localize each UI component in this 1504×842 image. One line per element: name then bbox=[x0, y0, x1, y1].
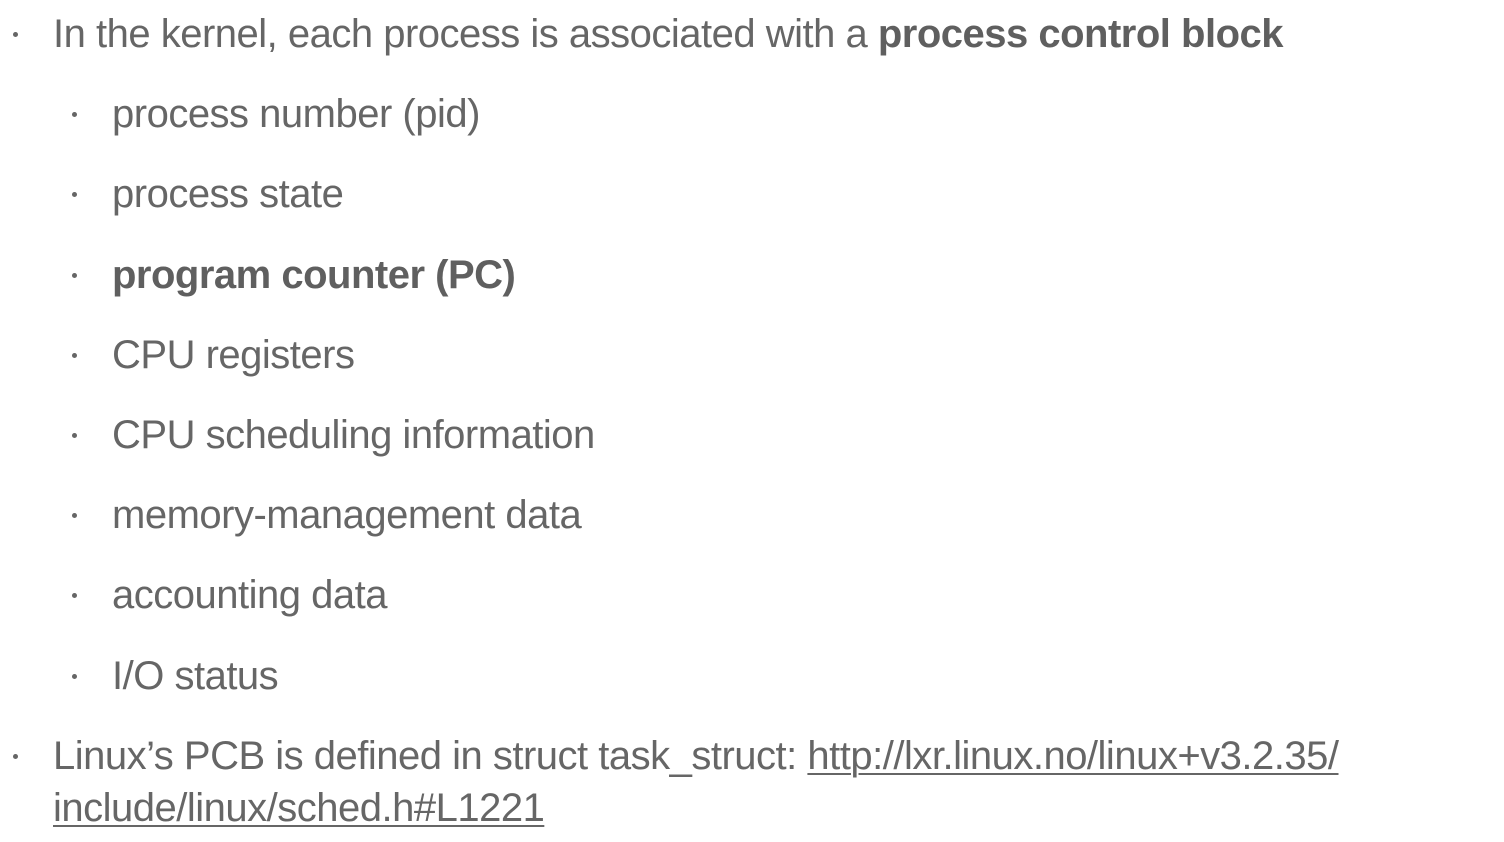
bullet-dot bbox=[72, 353, 77, 358]
intro-bold-term: process control block bbox=[877, 12, 1284, 56]
sub-item-io: I/O status bbox=[72, 650, 279, 702]
sub-item-accounting: accounting data bbox=[72, 569, 387, 621]
bullet-dot bbox=[72, 433, 77, 438]
sub-item-label: process state bbox=[112, 172, 344, 216]
sub-item-memory: memory-management data bbox=[72, 489, 582, 541]
bullet-linux: Linux’s PCB is defined in struct task_st… bbox=[13, 730, 1339, 782]
sub-item-scheduling: CPU scheduling information bbox=[72, 409, 595, 461]
bullet-dot bbox=[72, 273, 77, 278]
sub-item-label: CPU registers bbox=[112, 333, 355, 377]
task-struct-link-continued[interactable]: include/linux/sched.h#L1221 bbox=[53, 786, 545, 830]
sub-item-registers: CPU registers bbox=[72, 329, 355, 381]
bullet-dot bbox=[72, 112, 77, 117]
linux-text: Linux’s PCB is defined in struct task_st… bbox=[53, 734, 808, 778]
task-struct-link[interactable]: http://lxr.linux.no/linux+v3.2.35/ bbox=[807, 734, 1339, 778]
slide: In the kernel, each process is associate… bbox=[0, 0, 1504, 842]
sub-item-pc: program counter (PC) bbox=[72, 249, 516, 301]
bullet-dot bbox=[72, 593, 77, 598]
bullet-dot bbox=[72, 513, 77, 518]
bullet-intro: In the kernel, each process is associate… bbox=[13, 8, 1284, 60]
sub-item-label: CPU scheduling information bbox=[112, 413, 595, 457]
sub-item-label: I/O status bbox=[112, 654, 279, 698]
sub-item-label: accounting data bbox=[112, 573, 387, 617]
bullet-dot bbox=[13, 754, 18, 759]
sub-item-state: process state bbox=[72, 168, 344, 220]
sub-item-label: program counter (PC) bbox=[112, 253, 516, 297]
bullet-dot bbox=[72, 674, 77, 679]
sub-item-pid: process number (pid) bbox=[72, 88, 480, 140]
bullet-dot bbox=[72, 192, 77, 197]
sub-item-label: process number (pid) bbox=[112, 92, 480, 136]
bullet-linux-continuation: include/linux/sched.h#L1221 bbox=[53, 782, 545, 834]
intro-text: In the kernel, each process is associate… bbox=[53, 12, 878, 56]
bullet-dot bbox=[13, 32, 18, 37]
sub-item-label: memory-management data bbox=[112, 493, 582, 537]
